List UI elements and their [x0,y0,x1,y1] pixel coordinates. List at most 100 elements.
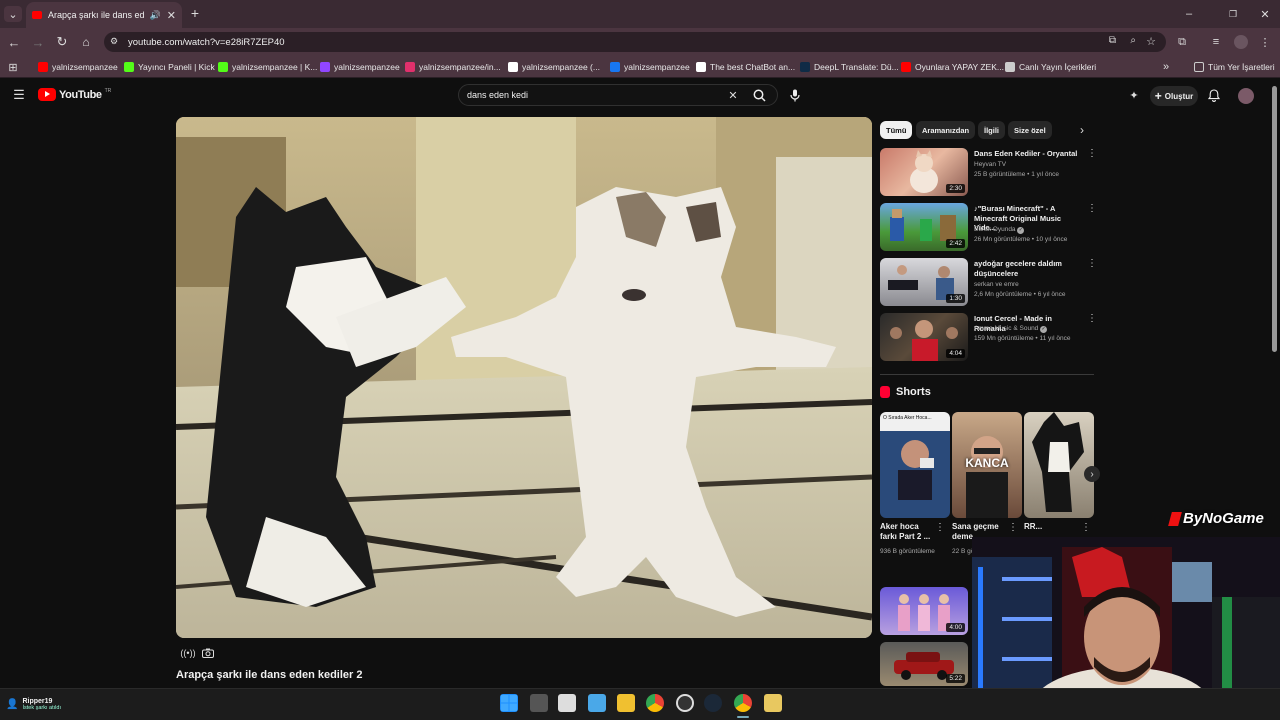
live-broadcast-icon[interactable]: ((•)) [180,646,196,660]
bookmark-item[interactable]: Yayıncı Paneli | Kick [124,58,215,76]
more-actions-icon[interactable]: ⋮ [1081,522,1091,533]
media-player-icon[interactable] [764,694,782,712]
home-icon[interactable]: ⌂ [78,34,94,50]
chip-for-you[interactable]: Size özel [1008,121,1052,139]
new-tab-icon[interactable]: + [188,5,202,21]
site-info-icon[interactable]: ⚙ [110,36,118,47]
related-channel-row[interactable]: Amma Music & Sound ✓ [974,325,1084,333]
more-actions-icon[interactable]: ⋮ [1087,148,1097,159]
related-thumbnail[interactable]: 5:22 [880,642,968,686]
short-title[interactable]: Aker hoca farkı Part 2 ... [880,522,936,542]
page-scrollbar[interactable] [1272,86,1277,352]
close-window-icon[interactable]: ✕ [1258,7,1272,21]
address-bar[interactable]: ⚙ youtube.com/watch?v=e28iR7ZEP40 ⧉ ⌕ ☆ [104,32,1166,52]
bookmark-item[interactable]: The best ChatBot an... [696,58,795,76]
related-channel[interactable]: serkan ve emre [974,281,1084,288]
bookmark-label: Oyunlara YAPAY ZEK... [915,62,1004,72]
related-thumbnail[interactable]: 4:04 [880,313,968,361]
shorts-next-icon[interactable]: › [1084,466,1100,482]
tab-list-chevron-icon[interactable]: ⌄ [4,6,22,22]
more-actions-icon[interactable]: ⋮ [1087,203,1097,214]
windows-start-icon[interactable] [500,694,518,712]
more-actions-icon[interactable]: ⋮ [1087,313,1097,324]
profile-avatar[interactable] [1234,35,1248,49]
bookmark-item[interactable]: DeepL Translate: Dü... [800,58,899,76]
obs-icon[interactable] [676,694,694,712]
related-channel-row[interactable]: Burak Oyunda ✓ [974,226,1084,234]
bookmark-item[interactable]: yalnizsempanzee [38,58,118,76]
related-thumbnail[interactable]: 2:42 [880,203,968,251]
zoom-icon[interactable]: ⌕ [1130,35,1136,46]
media-control-icon[interactable]: ≡ [1208,34,1224,50]
apps-grid-icon[interactable]: ⊞ [6,60,20,74]
related-thumbnail[interactable]: 2:30 [880,148,968,196]
photos-icon[interactable] [588,694,606,712]
screenshot-camera-icon[interactable] [200,646,216,660]
more-actions-icon[interactable]: ⋮ [1087,258,1097,269]
reload-icon[interactable]: ↻ [54,34,70,50]
short-views: 936 B görüntüleme [880,548,935,555]
plus-icon: + [1154,89,1162,103]
bookmark-label: The best ChatBot an... [710,62,796,72]
short-title[interactable]: RR... [1024,522,1080,532]
close-tab-icon[interactable]: ✕ [167,9,176,22]
file-explorer-icon[interactable] [617,694,635,712]
chip-label: İlgili [984,125,999,135]
bookmark-item[interactable]: yalnizsempanzee | K... [218,58,317,76]
chip-related[interactable]: İlgili [978,121,1005,139]
related-title[interactable]: aydoğar gecelere daldım düşüncelere [974,259,1082,278]
shorts-header: Shorts [880,386,931,398]
more-actions-icon[interactable]: ⋮ [1008,522,1018,533]
related-thumbnail[interactable]: 4:00 [880,587,968,635]
related-thumbnail[interactable]: 1:30 [880,258,968,306]
search-icon[interactable] [750,86,768,104]
logo-region: TR [104,87,112,94]
bookmark-item[interactable]: yalnizsempanzee/in... [405,58,501,76]
chip-label: Aramanızdan [922,125,970,135]
more-actions-icon[interactable]: ⋮ [935,522,945,533]
notifications-bell-icon[interactable] [1207,88,1221,102]
tiktok-icon [508,62,518,72]
bookmark-star-icon[interactable]: ☆ [1146,35,1156,48]
short-thumbnail[interactable] [1024,412,1094,518]
bookmark-item[interactable]: yalnizsempanzee [320,58,400,76]
speaker-icon[interactable]: 🔊 [150,10,161,21]
browser-menu-icon[interactable]: ⋮ [1258,34,1272,50]
forward-icon[interactable]: → [30,34,46,50]
bookmark-item[interactable]: yalnizsempanzee [610,58,690,76]
hamburger-menu-icon[interactable]: ☰ [12,87,26,102]
youtube-logo[interactable]: YouTube TR [38,88,111,101]
more-bookmarks-icon[interactable]: » [1160,60,1172,74]
shorts-title: Shorts [896,386,931,398]
folder-icon [1194,62,1204,72]
browser-tab-active[interactable]: Arapça şarkı ile dans eden kediler 2 🔊 ✕ [26,2,182,28]
back-icon[interactable]: ← [6,34,22,50]
all-bookmarks[interactable]: Tüm Yer İşaretleri [1194,58,1275,76]
create-button[interactable]: + Oluştur [1150,86,1198,106]
related-title[interactable]: Dans Eden Kediler - Oryantal [974,149,1082,159]
task-view-icon[interactable] [530,694,548,712]
chrome-active-icon[interactable] [734,694,752,712]
create-label: Oluştur [1164,91,1194,101]
chip-all[interactable]: Tümü [880,121,913,139]
account-avatar[interactable] [1238,88,1254,104]
minimize-icon[interactable]: – [1182,7,1196,21]
video-player[interactable] [176,117,872,638]
bookmark-item[interactable]: yalnizsempanzee (... [508,58,600,76]
mic-icon[interactable] [786,86,804,104]
notepad-icon[interactable] [558,694,576,712]
chips-next-chevron-icon[interactable]: › [1076,123,1088,137]
clear-search-icon[interactable]: ✕ [726,88,740,102]
short-thumbnail[interactable]: O Sırada Aker Hoca... [880,412,950,518]
chip-from-search[interactable]: Aramanızdan [916,121,976,139]
chrome-icon[interactable] [646,694,664,712]
extensions-icon[interactable]: ⧉ [1174,34,1190,50]
bookmark-item[interactable]: Canlı Yayın İçerikleri [1005,58,1096,76]
short-thumbnail[interactable]: KANCA [952,412,1022,518]
gamepad-icon[interactable]: ✦ [1127,88,1141,102]
related-channel[interactable]: Heyvan TV [974,161,1084,168]
install-app-icon[interactable]: ⧉ [1109,35,1116,46]
steam-icon[interactable] [704,694,722,712]
maximize-icon[interactable]: ❐ [1226,7,1240,21]
bookmark-item[interactable]: Oyunlara YAPAY ZEK... [901,58,1004,76]
